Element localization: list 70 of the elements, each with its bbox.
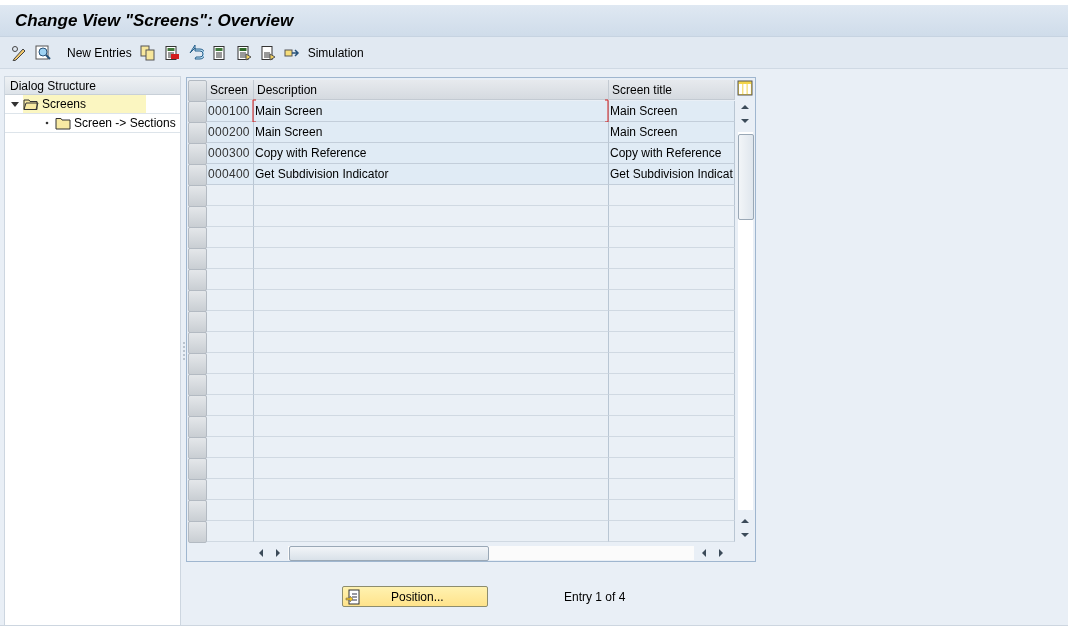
entry-count: Entry 1 of 4 <box>564 589 626 604</box>
column-header[interactable]: Screen <box>207 80 254 100</box>
row-selector[interactable] <box>188 374 207 396</box>
table-cell: 000100 <box>207 101 254 122</box>
simulation-button[interactable]: Simulation <box>304 41 367 64</box>
table-cell: Get Subdivision Indicator <box>254 164 609 185</box>
row-selector[interactable] <box>188 101 207 123</box>
table-cell: Copy with Reference <box>609 143 735 164</box>
splitter-handle-icon[interactable] <box>182 341 185 360</box>
row-selector[interactable] <box>188 458 207 480</box>
row-selector[interactable] <box>188 416 207 438</box>
row-selector[interactable] <box>188 164 207 186</box>
table-cell <box>207 185 254 206</box>
table-cell <box>207 437 254 458</box>
window-title: Change View "Screens": Overview <box>15 10 294 31</box>
row-selector[interactable] <box>188 122 207 144</box>
row-selector[interactable] <box>188 269 207 291</box>
folder-icon <box>55 116 71 130</box>
table-cell: 000400 <box>207 164 254 185</box>
row-selector[interactable] <box>188 500 207 522</box>
table-cell <box>207 479 254 500</box>
row-selector[interactable] <box>188 353 207 375</box>
vertical-scrollbar[interactable] <box>737 132 753 510</box>
table-cell: Main Screen <box>254 122 609 143</box>
collapse-icon[interactable] <box>11 100 19 108</box>
row-selector[interactable] <box>188 395 207 417</box>
table-cell <box>207 227 254 248</box>
table-cell <box>207 395 254 416</box>
row-selector[interactable] <box>188 248 207 270</box>
row-selector[interactable] <box>188 437 207 459</box>
table-cell <box>207 500 254 521</box>
tree-item[interactable]: Screen -> Sections <box>55 114 180 132</box>
row-selector[interactable] <box>188 290 207 312</box>
table-cell <box>207 290 254 311</box>
column-header[interactable]: Screen title <box>609 80 735 100</box>
row-selector[interactable] <box>188 311 207 333</box>
bullet-icon <box>43 119 51 127</box>
row-selector[interactable] <box>188 521 207 543</box>
table-cell: 000200 <box>207 122 254 143</box>
table-cell <box>207 248 254 269</box>
table-cell <box>207 332 254 353</box>
row-selector[interactable] <box>188 227 207 249</box>
column-header[interactable]: Description <box>254 80 609 100</box>
select-all-cell[interactable] <box>188 80 207 102</box>
table-cell: Main Screen <box>254 101 609 122</box>
table-cell: Copy with Reference <box>254 143 609 164</box>
table-cell: Main Screen <box>609 122 735 143</box>
folder-icon <box>23 97 39 111</box>
table-cell: 000300 <box>207 143 254 164</box>
table-cell <box>207 458 254 479</box>
horizontal-scrollbar[interactable] <box>288 545 694 560</box>
row-selector[interactable] <box>188 332 207 354</box>
row-selector[interactable] <box>188 206 207 228</box>
table-cell: Get Subdivision Indicat <box>609 164 735 185</box>
tree-item[interactable]: Screens <box>23 95 147 113</box>
table-cell <box>207 521 254 542</box>
row-selector[interactable] <box>188 143 207 165</box>
row-selector[interactable] <box>188 185 207 207</box>
new-entries-button[interactable]: New Entries <box>64 41 135 64</box>
table-cell <box>207 269 254 290</box>
position-button[interactable]: Position... <box>342 586 488 607</box>
panel-title: Dialog Structure <box>5 77 180 95</box>
row-selector[interactable] <box>188 479 207 501</box>
table-cell <box>207 311 254 332</box>
table-cell: Main Screen <box>609 101 735 122</box>
position-icon <box>345 588 361 605</box>
table-cell <box>207 416 254 437</box>
table-cell <box>207 374 254 395</box>
table-cell <box>207 206 254 227</box>
table-cell <box>207 353 254 374</box>
